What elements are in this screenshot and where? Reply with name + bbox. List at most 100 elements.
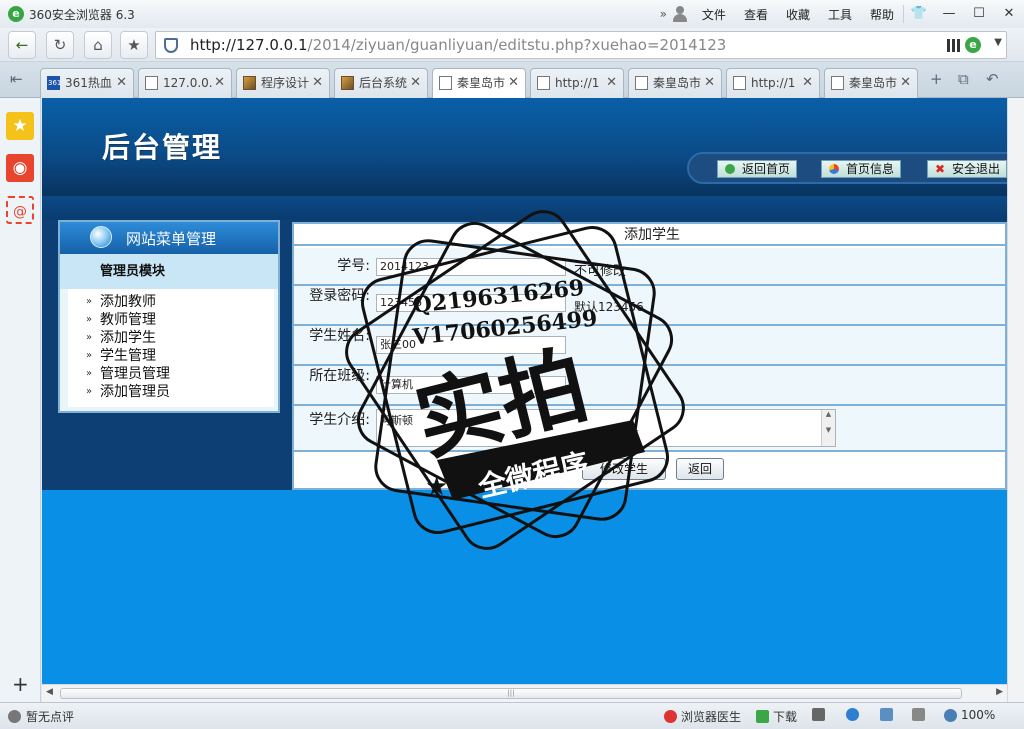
tab-3[interactable]: 程序设计 ✕	[236, 68, 330, 98]
home-link[interactable]: 返回首页	[717, 160, 798, 178]
student-id-label: 学号:	[337, 258, 370, 274]
menu-item-teacher-management[interactable]: 教师管理	[68, 311, 274, 329]
browser-title-bar: e 360安全浏览器 6.3 » 文件 查看 收藏 工具 帮助 👕 — ☐ ✕	[0, 0, 1024, 28]
home-button[interactable]: ⌂	[84, 31, 112, 59]
favorites-icon[interactable]: ★	[6, 112, 34, 140]
weibo-icon[interactable]: ◉	[6, 154, 34, 182]
home-info-link[interactable]: 首页信息	[821, 160, 902, 178]
ie-glyph	[846, 708, 859, 721]
close-icon[interactable]: ✕	[116, 69, 127, 97]
back-link-button[interactable]: 返回	[676, 458, 724, 480]
intro-row: 学生介绍: 阿斯顿 ▲ ▼	[294, 406, 1005, 452]
textarea-scrollbar[interactable]: ▲ ▼	[821, 410, 835, 446]
close-window-button[interactable]: ✕	[994, 3, 1024, 25]
menu-item-student-management[interactable]: 学生管理	[68, 347, 274, 365]
browser-doctor[interactable]: 浏览器医生	[664, 708, 741, 725]
browser-logo-icon: e	[8, 6, 24, 22]
tab-2[interactable]: 127.0.0. ✕	[138, 68, 232, 98]
vertical-scrollbar[interactable]	[1007, 98, 1024, 702]
close-icon[interactable]: ✕	[312, 69, 323, 97]
tab-list-icon[interactable]: ⧉	[958, 70, 969, 88]
close-icon[interactable]: ✕	[214, 69, 225, 97]
password-field[interactable]: 123456	[376, 294, 566, 312]
page-icon	[733, 76, 746, 90]
tab-8[interactable]: http://1 ✕	[726, 68, 820, 98]
class-field[interactable]: 计算机	[376, 376, 566, 394]
top-nav: 返回首页 首页信息 ✖ 安全退出	[687, 152, 1007, 184]
menu-file[interactable]: 文件	[702, 6, 726, 23]
tab-1[interactable]: 361 361热血 ✕	[40, 68, 134, 98]
volume-icon[interactable]	[912, 708, 929, 721]
doctor-icon	[664, 710, 677, 723]
menu-item-admin-management[interactable]: 管理员管理	[68, 365, 274, 383]
browser-menu: » 文件 查看 收藏 工具 帮助 👕 — ☐ ✕	[660, 0, 1024, 28]
sidebar-toggle-icon[interactable]: ⇤	[10, 70, 23, 88]
window-icon[interactable]	[880, 708, 897, 721]
browser-title: 360安全浏览器 6.3	[29, 7, 135, 22]
minimize-button[interactable]: —	[934, 3, 964, 25]
address-bar[interactable]: http://127.0.0.1/2014/ziyuan/guanliyuan/…	[155, 31, 1007, 59]
tab-6[interactable]: http://1 ✕	[530, 68, 624, 98]
favorite-star-button[interactable]: ★	[120, 31, 148, 59]
tab-7[interactable]: 秦皇岛市 ✕	[628, 68, 722, 98]
menu-item-add-teacher[interactable]: 添加教师	[68, 293, 274, 311]
menu-help[interactable]: 帮助	[870, 6, 894, 23]
scroll-left-icon[interactable]: ◀	[46, 687, 53, 697]
close-icon[interactable]: ✕	[704, 69, 715, 97]
translate-icon[interactable]	[812, 708, 829, 721]
ie-icon[interactable]	[846, 708, 863, 721]
mail-icon[interactable]: @	[6, 196, 34, 224]
scroll-right-icon[interactable]: ▶	[996, 687, 1003, 697]
maximize-button[interactable]: ☐	[964, 3, 994, 25]
chevron-down-icon[interactable]: ▼	[994, 37, 1002, 48]
menu-header: 网站菜单管理	[60, 222, 278, 254]
menu-expand-icon[interactable]: »	[660, 7, 667, 21]
browser-sidebar: ★ ◉ @ +	[0, 98, 41, 702]
name-row: 学生姓名: 张三00	[294, 326, 1005, 366]
page-icon	[831, 76, 844, 90]
refresh-button[interactable]: ↻	[46, 31, 74, 59]
menu-item-add-student[interactable]: 添加学生	[68, 329, 274, 347]
class-row: 所在班级: 计算机	[294, 366, 1005, 406]
tab-4[interactable]: 后台系统 ✕	[334, 68, 428, 98]
close-icon[interactable]: ✕	[508, 69, 519, 97]
close-icon[interactable]: ✕	[900, 69, 911, 97]
add-sidebar-icon[interactable]: +	[12, 672, 29, 696]
pie-chart-icon	[829, 164, 839, 174]
name-field[interactable]: 张三00	[376, 336, 566, 354]
window-glyph	[880, 708, 893, 721]
horizontal-scrollbar[interactable]: ◀ ||| ▶	[42, 684, 1007, 702]
skin-icon[interactable]: 👕	[904, 3, 934, 25]
page-icon	[537, 76, 550, 90]
menu-item-add-admin[interactable]: 添加管理员	[68, 383, 274, 401]
tab-9[interactable]: 秦皇岛市 ✕	[824, 68, 918, 98]
url-text[interactable]: http://127.0.0.1/2014/ziyuan/guanliyuan/…	[190, 36, 726, 54]
rating-status[interactable]: 暂无点评	[8, 708, 74, 725]
translate-glyph	[812, 708, 825, 721]
menu-tools[interactable]: 工具	[828, 6, 852, 23]
close-icon[interactable]: ✕	[410, 69, 421, 97]
close-icon[interactable]: ✕	[802, 69, 813, 97]
menu-view[interactable]: 查看	[744, 6, 768, 23]
tab-label: http://1	[555, 76, 600, 90]
scrollbar-thumb[interactable]: |||	[60, 688, 962, 699]
logout-link[interactable]: ✖ 安全退出	[927, 160, 1007, 178]
browser-mode-icon[interactable]: e	[965, 37, 981, 53]
new-tab-icon[interactable]: +	[930, 70, 943, 88]
download-status[interactable]: 下载	[756, 708, 797, 725]
tab-5-active[interactable]: 秦皇岛市 ✕	[432, 68, 526, 98]
qr-code-icon[interactable]	[947, 39, 960, 52]
back-button[interactable]: ←	[8, 31, 36, 59]
undo-close-icon[interactable]: ↶	[986, 70, 999, 88]
menu-favorites[interactable]: 收藏	[786, 6, 810, 23]
site-icon: 361	[47, 76, 61, 90]
close-icon[interactable]: ✕	[606, 69, 617, 97]
page-viewport: 后台管理 返回首页 首页信息 ✖ 安全退出 网站菜单管理 管理员模块 添加教师 教…	[42, 98, 1007, 684]
update-student-button[interactable]: 修改学生	[582, 458, 666, 480]
user-icon[interactable]	[672, 6, 687, 22]
home-info-label: 首页信息	[846, 162, 895, 176]
intro-textarea[interactable]: 阿斯顿 ▲ ▼	[376, 409, 836, 447]
security-shield-icon	[164, 38, 178, 53]
zoom-control[interactable]: 100%	[944, 708, 995, 722]
tab-label: 程序设计	[261, 76, 310, 90]
